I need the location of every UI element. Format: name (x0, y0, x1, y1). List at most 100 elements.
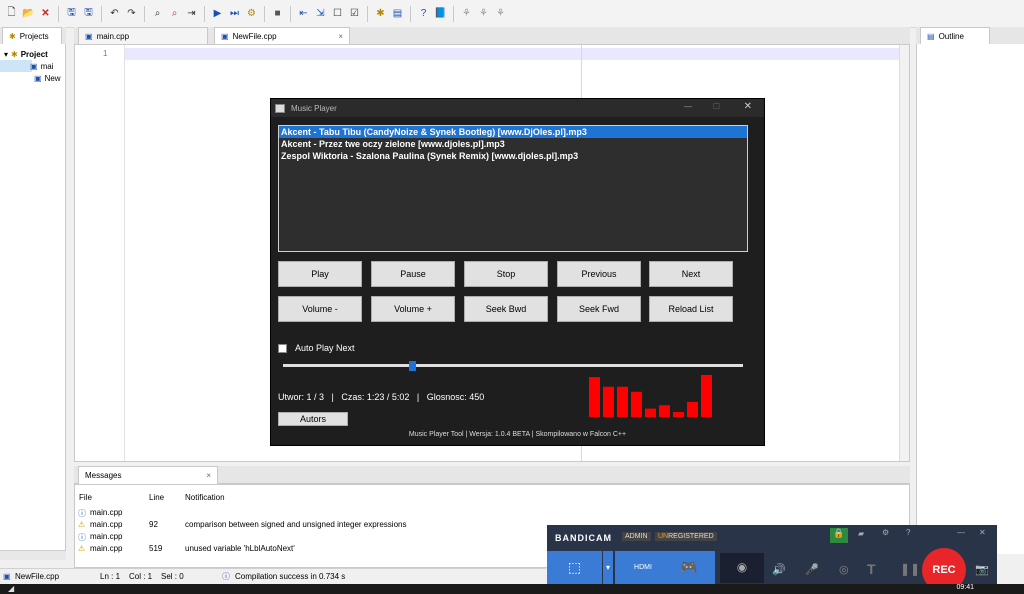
speaker-icon[interactable]: 🔊 (772, 563, 786, 576)
pause-button[interactable]: Pause (371, 261, 455, 287)
tree-item-main[interactable]: ▣ mai (0, 60, 53, 72)
stop-button[interactable]: Stop (464, 261, 548, 287)
tab-label: main.cpp (96, 32, 130, 41)
seek-slider-thumb[interactable] (408, 361, 416, 371)
component-icon[interactable]: ▤ (390, 6, 405, 21)
cpp-file-icon: ▣ (30, 61, 38, 71)
cursor-icon[interactable]: ◎ (839, 563, 849, 576)
message-row[interactable]: ⚠ main.cpp 519 unused variable 'hLblAuto… (75, 542, 575, 554)
save-all-icon[interactable]: 🖫 (81, 6, 96, 21)
seek-slider-track[interactable] (283, 364, 743, 367)
settings-icon[interactable]: ⚙ (882, 528, 889, 537)
volume-down-button[interactable]: Volume - (278, 296, 362, 322)
lock-icon[interactable]: 🔒 (830, 528, 848, 543)
pause-icon[interactable]: ❚❚ (900, 562, 920, 576)
tab-messages[interactable]: Messages × (78, 466, 218, 484)
redo-icon[interactable]: ↷ (124, 6, 139, 21)
cpp-file-icon: ▣ (34, 73, 42, 83)
autors-button[interactable]: Autors (278, 412, 348, 426)
tree-item-newfile[interactable]: ▣ New (0, 72, 65, 84)
start-icon[interactable]: ◢ (8, 584, 14, 593)
find-icon[interactable]: ⌕ (150, 6, 165, 21)
close-tab-icon[interactable]: × (206, 471, 211, 480)
toolbar-separator (58, 5, 59, 22)
step-back-icon[interactable]: ⇤ (296, 6, 311, 21)
record-label: REC (932, 564, 956, 576)
find-replace-icon[interactable]: ⌕ (167, 6, 182, 21)
status-bar: ▣ NewFile.cpp Ln : 1 Col : 1 Sel : 0 ⓘ C… (0, 568, 546, 584)
toolbar-separator (290, 5, 291, 22)
text-icon[interactable]: T (867, 561, 876, 577)
info-icon: ⓘ (222, 572, 230, 581)
screen-mode-button[interactable]: ⬚ (547, 551, 602, 584)
toolbar-separator (367, 5, 368, 22)
close-icon[interactable]: ✕ (744, 101, 752, 112)
microphone-icon[interactable]: 🎤 (805, 563, 819, 576)
close-icon[interactable]: ✕ (38, 6, 53, 21)
maximize-icon[interactable]: ☐ (713, 102, 720, 111)
volume-up-button[interactable]: Volume + (371, 296, 455, 322)
book-icon[interactable]: 📘 (433, 6, 448, 21)
seek-forward-button[interactable]: Seek Fwd (557, 296, 641, 322)
step-out-icon[interactable]: ☑ (347, 6, 362, 21)
message-row[interactable]: ⓘ main.cpp (75, 506, 575, 518)
playlist-item[interactable]: Akcent - Tabu Tibu (CandyNoize & Synek B… (279, 126, 747, 138)
tab-outline[interactable]: ▤ Outline (920, 27, 990, 45)
game-mode-button[interactable]: 🎮 (663, 551, 715, 584)
tab-label: NewFile.cpp (232, 32, 277, 41)
window-titlebar[interactable]: Music Player — ☐ ✕ (271, 99, 764, 117)
window-title: Music Player (291, 103, 337, 113)
open-folder-icon[interactable]: 📂 (21, 6, 36, 21)
visualizer-bar (589, 377, 600, 417)
playlist-box[interactable]: Akcent - Tabu Tibu (CandyNoize & Synek B… (278, 125, 748, 252)
camera-icon[interactable]: 📷 (975, 563, 989, 576)
tool-icon[interactable]: ⚘ (459, 6, 474, 21)
tab-main-cpp[interactable]: ▣ main.cpp (78, 27, 208, 45)
next-button[interactable]: Next (649, 261, 733, 287)
playlist-item[interactable]: Akcent - Przez twe oczy zielone [www.djo… (279, 138, 747, 150)
step-into-icon[interactable]: ⇲ (313, 6, 328, 21)
stop-icon[interactable]: ■ (270, 6, 285, 21)
message-row[interactable]: ⚠ main.cpp 92 comparison between signed … (75, 518, 575, 530)
current-line-highlight (125, 48, 905, 60)
seek-backward-button[interactable]: Seek Bwd (464, 296, 548, 322)
message-file: main.cpp (90, 532, 123, 541)
message-row[interactable]: ⓘ main.cpp (75, 530, 575, 542)
folder-icon[interactable]: ▰ (858, 529, 864, 538)
minimize-icon[interactable]: — (684, 102, 692, 111)
admin-badge: ADMIN (622, 532, 651, 541)
editor-vertical-scrollbar[interactable] (899, 45, 909, 461)
bandicam-brand: BANDICAM (555, 533, 612, 543)
tool-icon[interactable]: ⚘ (476, 6, 491, 21)
auto-play-checkbox[interactable] (278, 344, 287, 353)
collapse-icon[interactable]: ▾ (4, 50, 8, 59)
goto-line-icon[interactable]: ⇥ (184, 6, 199, 21)
status-message: Compilation success in 0.734 s (235, 572, 346, 581)
auto-play-label: Auto Play Next (295, 343, 355, 353)
close-tab-icon[interactable]: × (338, 32, 343, 41)
step-over-icon[interactable]: ☐ (330, 6, 345, 21)
compile-icon[interactable]: ✱ (373, 6, 388, 21)
play-button[interactable]: Play (278, 261, 362, 287)
close-icon[interactable]: ✕ (979, 528, 986, 537)
tree-horizontal-scrollbar[interactable] (0, 550, 66, 560)
column-header-line: Line (149, 493, 165, 502)
reload-list-button[interactable]: Reload List (649, 296, 733, 322)
tab-projects[interactable]: ✱ Projects (2, 27, 62, 45)
tool-icon[interactable]: ⚘ (493, 6, 508, 21)
previous-button[interactable]: Previous (557, 261, 641, 287)
minimize-icon[interactable]: — (957, 528, 965, 537)
debug-icon[interactable]: ⚙ (244, 6, 259, 21)
run-to-cursor-icon[interactable]: ⏭ (227, 6, 242, 21)
save-icon[interactable]: 🖫 (64, 6, 79, 21)
screen-mode-dropdown[interactable]: ▾ (603, 551, 613, 584)
help-icon[interactable]: ? (416, 6, 431, 21)
tab-newfile-cpp[interactable]: ▣ NewFile.cpp × (214, 27, 350, 45)
webcam-icon[interactable]: ◉ (720, 553, 764, 583)
tree-item-project[interactable]: ▾ ✱ Project (0, 48, 65, 60)
playlist-item[interactable]: Zespol Wiktoria - Szalona Paulina (Synek… (279, 150, 747, 162)
new-file-icon[interactable]: 🗋 (4, 6, 19, 21)
help-icon[interactable]: ? (906, 528, 910, 537)
undo-icon[interactable]: ↶ (107, 6, 122, 21)
run-icon[interactable]: ▶ (210, 6, 225, 21)
